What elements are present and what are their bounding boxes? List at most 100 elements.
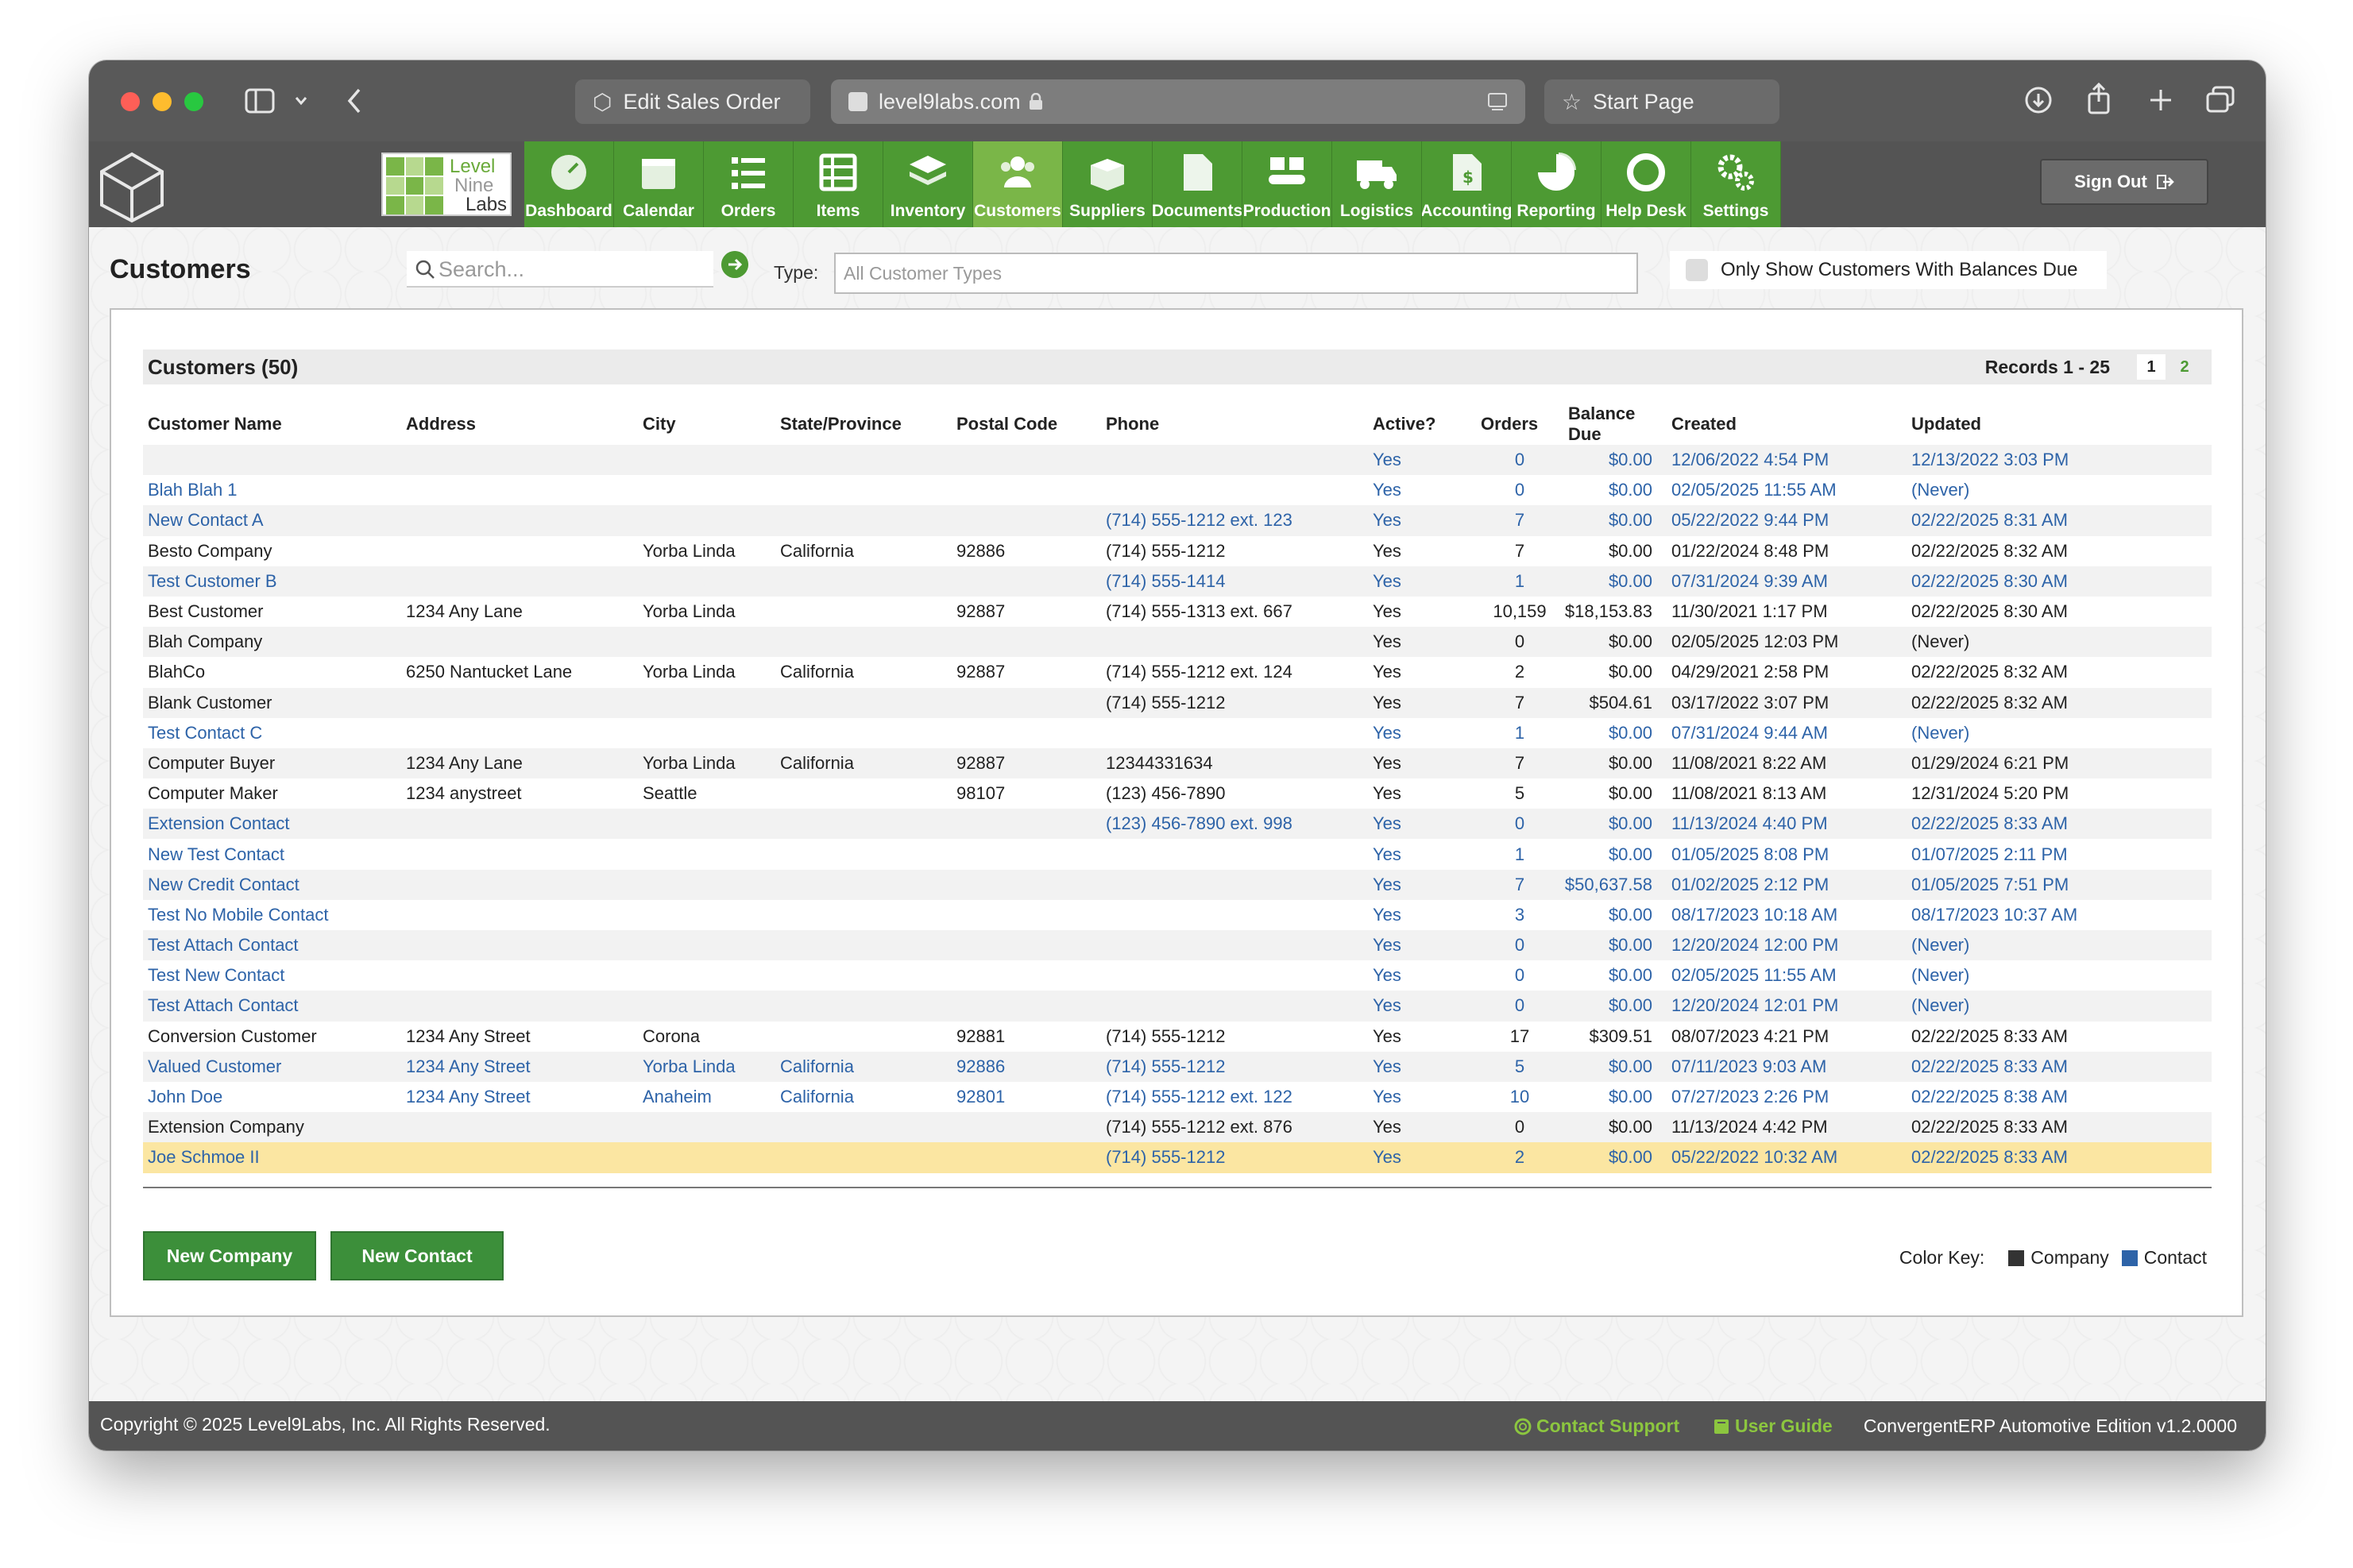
level-nine-labs-logo[interactable]: Level Nine Labs (381, 153, 512, 216)
cell-postal-code (952, 869, 1101, 900)
table-row[interactable]: Test New Contact Yes 0 $0.00 02/05/2025 11:5… (143, 960, 2212, 991)
balance-due-checkbox[interactable] (1686, 259, 1708, 281)
cell-phone (1101, 960, 1368, 991)
cell-balance-due: $0.00 (1563, 445, 1667, 476)
back-icon[interactable] (346, 87, 362, 114)
cell-customer-name: Blah Blah 1 (148, 480, 238, 500)
download-icon[interactable] (2024, 86, 2053, 114)
col-active[interactable]: Active? (1368, 404, 1476, 445)
nav-production[interactable]: Production (1242, 141, 1332, 227)
maximize-window-button[interactable] (184, 92, 203, 111)
col-created[interactable]: Created (1667, 404, 1907, 445)
balance-due-filter[interactable]: Only Show Customers With Balances Due (1670, 251, 2107, 289)
table-row[interactable]: Test Attach Contact Yes 0 $0.00 12/20/2024 1… (143, 991, 2212, 1022)
cell-customer-name: Blank Customer (143, 687, 401, 718)
contact-support-link[interactable]: Contact Support (1514, 1415, 1679, 1437)
table-row[interactable]: Test Contact C Yes 1 $0.00 07/31/2024 9:44 A… (143, 718, 2212, 748)
cell-customer-name: Valued Customer (143, 1051, 401, 1082)
table-row[interactable]: Extension Contact (123) 456-7890 ext. 998… (143, 809, 2212, 840)
search-go-button[interactable] (721, 251, 748, 278)
user-guide-link[interactable]: User Guide (1713, 1415, 1833, 1437)
col-phone[interactable]: Phone (1101, 404, 1368, 445)
close-window-button[interactable] (121, 92, 140, 111)
cell-customer-name: New Credit Contact (143, 869, 401, 900)
nav-documents[interactable]: Documents (1153, 141, 1242, 227)
col-state[interactable]: State/Province (775, 404, 952, 445)
table-row[interactable]: Best Customer 1234 Any Lane Yorba Linda 928… (143, 597, 2212, 627)
col-postal-code[interactable]: Postal Code (952, 404, 1101, 445)
table-row[interactable]: Valued Customer 1234 Any Street Yorba Lind… (143, 1051, 2212, 1082)
logo-text-labs: Labs (466, 194, 508, 215)
calendar-icon (642, 159, 675, 189)
nav-items[interactable]: Items (794, 141, 883, 227)
cell-updated: 02/22/2025 8:30 AM (1907, 566, 2212, 597)
nav-orders[interactable]: Orders (704, 141, 794, 227)
cell-address (401, 991, 638, 1022)
chevron-down-icon[interactable] (294, 95, 308, 106)
nav-inventory[interactable]: Inventory (883, 141, 973, 227)
table-row[interactable]: Blah Company Yes 0 $0.00 02/05/2025 12:03 PM… (143, 627, 2212, 658)
page-1-button[interactable]: 1 (2137, 354, 2166, 380)
table-row[interactable]: Test No Mobile Contact Yes 3 $0.00 08/17/202… (143, 900, 2212, 930)
sidebar-toggle-icon[interactable] (245, 88, 275, 114)
tab-start-page[interactable]: ☆ Start Page (1544, 79, 1779, 124)
cell-state (775, 687, 952, 718)
col-address[interactable]: Address (401, 404, 638, 445)
nav-customers[interactable]: Customers (973, 141, 1063, 227)
nav-reporting[interactable]: Reporting (1512, 141, 1602, 227)
col-balance-due[interactable]: Balance Due (1563, 404, 1667, 445)
col-updated[interactable]: Updated (1907, 404, 2212, 445)
reader-icon[interactable] (1487, 92, 1508, 113)
nav-accounting[interactable]: $ Accounting (1422, 141, 1512, 227)
tab-label: Start Page (1593, 89, 1694, 114)
table-row[interactable]: Test Customer B (714) 555-1414 Yes 1 $0.00 07… (143, 566, 2212, 597)
cube-logo-icon[interactable] (95, 149, 168, 224)
cell-created: 11/30/2021 1:17 PM (1671, 601, 1828, 622)
tab-edit-sales-order[interactable]: ⬡ Edit Sales Order (575, 79, 810, 124)
minimize-window-button[interactable] (153, 92, 172, 111)
table-row[interactable]: BlahCo 6250 Nantucket Lane Yorba Linda Cali… (143, 657, 2212, 687)
table-row[interactable]: Extension Company (714) 555-1212 ext. 876… (143, 1112, 2212, 1143)
new-tab-icon[interactable] (2148, 87, 2173, 113)
table-row[interactable]: Joe Schmoe II (714) 555-1212 Yes 2 $0.00 05/2… (143, 1142, 2212, 1173)
table-row[interactable]: Besto Company Yorba Linda California 92886 (… (143, 536, 2212, 566)
tab-overview-icon[interactable] (2205, 86, 2235, 114)
table-row[interactable]: John Doe 1234 Any Street Anaheim California… (143, 1082, 2212, 1112)
nav-suppliers[interactable]: Suppliers (1063, 141, 1153, 227)
new-company-button[interactable]: New Company (143, 1231, 316, 1280)
nav-help-desk[interactable]: Help Desk (1602, 141, 1691, 227)
share-icon[interactable] (2086, 83, 2112, 114)
cell-updated: (Never) (1911, 480, 1970, 500)
cell-balance-due: $0.00 (1563, 1112, 1667, 1143)
sign-out-button[interactable]: Sign Out (2040, 159, 2208, 205)
cell-updated: (Never) (1907, 627, 2212, 658)
col-orders[interactable]: Orders (1476, 404, 1563, 445)
table-row[interactable]: Yes 0 $0.00 12/06/2022 4:54 PM 12/13/2022 3:… (143, 445, 2212, 476)
nav-settings[interactable]: Settings (1691, 141, 1781, 227)
table-row[interactable]: Test Attach Contact Yes 0 $0.00 12/20/2024 1… (143, 930, 2212, 961)
nav-calendar[interactable]: Calendar (614, 141, 704, 227)
table-row[interactable]: New Contact A (714) 555-1212 ext. 123 Yes 7… (143, 505, 2212, 536)
col-city[interactable]: City (638, 404, 775, 445)
book-icon (1714, 1419, 1729, 1434)
cell-balance-due: $18,153.83 (1564, 601, 1652, 622)
cell-orders: 2 (1476, 1142, 1563, 1173)
col-customer-name[interactable]: Customer Name (143, 404, 401, 445)
cell-state (775, 597, 952, 627)
table-row[interactable]: Blank Customer (714) 555-1212 Yes 7 $504.61 0… (143, 687, 2212, 718)
cell-customer-name: John Doe (148, 1087, 223, 1107)
nav-dashboard[interactable]: Dashboard (524, 141, 614, 227)
customer-type-select[interactable]: All Customer Types (834, 253, 1638, 294)
table-row[interactable]: New Credit Contact Yes 7 $50,637.58 01/02/20… (143, 869, 2212, 900)
new-contact-button[interactable]: New Contact (330, 1231, 504, 1280)
search-input[interactable] (439, 254, 701, 284)
table-row[interactable]: Blah Blah 1 Yes 0 $0.00 02/05/2025 11:55 AM (… (143, 475, 2212, 505)
tab-address-bar[interactable]: level9labs.com (831, 79, 1525, 124)
table-row[interactable]: Conversion Customer 1234 Any Street Corona… (143, 1022, 2212, 1052)
nav-logistics[interactable]: Logistics (1332, 141, 1422, 227)
page-2-button[interactable]: 2 (2170, 354, 2199, 380)
site-favicon-icon (848, 92, 867, 111)
table-row[interactable]: Computer Buyer 1234 Any Lane Yorba Linda Ca… (143, 747, 2212, 779)
table-row[interactable]: Computer Maker 1234 anystreet Seattle 98107… (143, 778, 2212, 809)
table-row[interactable]: New Test Contact Yes 1 $0.00 01/05/2025 8:08… (143, 839, 2212, 869)
